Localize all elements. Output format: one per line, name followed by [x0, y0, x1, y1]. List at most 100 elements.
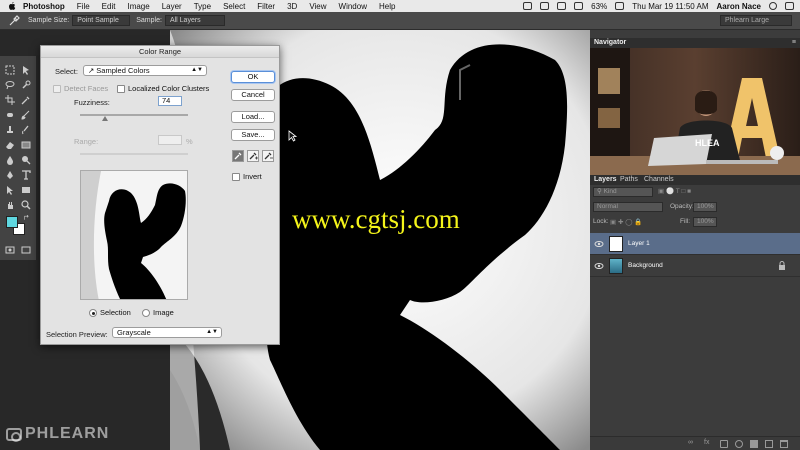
layer-mask-icon[interactable] [720, 440, 728, 448]
user-name[interactable]: Aaron Nace [717, 2, 761, 11]
cancel-button[interactable]: Cancel [231, 89, 275, 101]
blend-mode-dropdown[interactable]: Normal [593, 202, 663, 212]
visibility-eye-icon[interactable] [594, 261, 604, 271]
marquee-tool-icon[interactable] [5, 65, 15, 75]
menu-photoshop[interactable]: Photoshop [23, 2, 65, 11]
opacity-input[interactable]: 100% [693, 202, 717, 212]
detect-faces-checkbox[interactable]: Detect Faces [53, 84, 108, 93]
wifi-icon[interactable] [557, 2, 567, 10]
layer-row-background[interactable]: Background [590, 255, 800, 277]
navigator-panel-header[interactable]: Navigator ≡ [590, 38, 800, 48]
filter-kind-dropdown[interactable]: ⚲ Kind [593, 187, 653, 197]
menu-edit[interactable]: Edit [102, 2, 116, 11]
pen-tool-icon[interactable] [5, 170, 15, 180]
quick-mask-icon[interactable] [21, 245, 31, 255]
apple-icon[interactable] [7, 1, 17, 11]
rectangle-tool-icon[interactable] [21, 185, 31, 195]
link-layers-icon[interactable]: ∞ [688, 439, 696, 447]
menu-help[interactable]: Help [379, 2, 395, 11]
tab-layers[interactable]: Layers [594, 176, 617, 183]
layer-filter-icons[interactable]: ▣ ⚪ T □ ■ [658, 187, 691, 195]
clone-stamp-tool-icon[interactable] [5, 125, 15, 135]
eyedropper-small-icon: ↗ [88, 66, 95, 75]
foreground-color-swatch[interactable] [6, 216, 18, 228]
range-input [158, 135, 182, 145]
screen-mode-icon[interactable] [5, 245, 15, 255]
eyedropper-add-icon[interactable] [247, 150, 259, 162]
layer-name[interactable]: Background [628, 262, 663, 269]
zoom-tool-icon[interactable] [21, 200, 31, 210]
notification-list-icon[interactable] [785, 2, 794, 10]
layer-style-icon[interactable]: fx [704, 439, 712, 447]
battery-icon[interactable] [615, 2, 625, 10]
invert-checkbox[interactable]: Invert [232, 172, 262, 181]
sample-size-dropdown[interactable]: Point Sample [72, 15, 131, 26]
fuzziness-slider-track[interactable] [80, 114, 188, 116]
eyedropper-tool-icon[interactable] [21, 95, 31, 105]
dodge-tool-icon[interactable] [21, 155, 31, 165]
quick-select-tool-icon[interactable] [21, 80, 31, 90]
hand-tool-icon[interactable] [5, 200, 15, 210]
brand-text: PHLEARN [25, 425, 110, 442]
eyedropper-icon[interactable] [8, 14, 20, 27]
crop-tool-icon[interactable] [5, 95, 15, 105]
visibility-eye-icon[interactable] [594, 239, 604, 249]
layer-name[interactable]: Layer 1 [628, 240, 650, 247]
layer-row-layer-1[interactable]: Layer 1 [590, 233, 800, 255]
fuzziness-input[interactable]: 74 [158, 96, 182, 106]
ok-button[interactable]: OK [231, 71, 275, 83]
fill-input[interactable]: 100% [693, 217, 717, 227]
tab-paths[interactable]: Paths [620, 176, 638, 183]
eraser-tool-icon[interactable] [5, 140, 15, 150]
menu-3d[interactable]: 3D [287, 2, 297, 11]
dropbox-icon[interactable] [540, 2, 550, 10]
localized-clusters-checkbox[interactable]: Localized Color Clusters [117, 84, 209, 93]
panel-menu-icon[interactable]: ≡ [792, 39, 796, 46]
menu-image[interactable]: Image [127, 2, 149, 11]
image-radio[interactable]: Image [142, 308, 174, 317]
new-layer-icon[interactable] [765, 440, 773, 448]
new-group-icon[interactable] [750, 440, 758, 448]
trash-icon[interactable] [780, 440, 788, 448]
select-dropdown[interactable]: ↗ Sampled Colors ▲▼ [83, 65, 207, 76]
sample-dropdown[interactable]: All Layers [164, 15, 225, 26]
clock[interactable]: Thu Mar 19 11:50 AM [632, 2, 708, 11]
menu-select[interactable]: Select [223, 2, 245, 11]
lock-icons[interactable]: ▣ ✚ ◯ 🔒 [610, 218, 642, 226]
healing-brush-tool-icon[interactable] [5, 110, 15, 120]
eyedropper-subtract-icon[interactable] [262, 150, 274, 162]
menu-view[interactable]: View [309, 2, 326, 11]
load-button[interactable]: Load... [231, 111, 275, 123]
navigator-tab[interactable]: Navigator [594, 39, 626, 46]
range-label: Range: [74, 137, 99, 146]
eyedropper-sample-icon[interactable] [232, 150, 244, 162]
blur-tool-icon[interactable] [5, 155, 15, 165]
menu-type[interactable]: Type [194, 2, 211, 11]
adjustment-layer-icon[interactable] [735, 440, 743, 448]
type-tool-icon[interactable] [21, 170, 31, 180]
save-button[interactable]: Save... [231, 129, 275, 141]
selection-preview-dropdown[interactable]: Grayscale ▲▼ [112, 327, 222, 338]
menu-window[interactable]: Window [339, 2, 367, 11]
selection-radio[interactable]: Selection [89, 308, 131, 317]
image-radio-label: Image [153, 308, 174, 317]
radio-dot [89, 308, 97, 317]
volume-icon[interactable] [574, 2, 584, 10]
move-tool-icon[interactable] [21, 65, 31, 75]
camera-icon[interactable] [523, 2, 533, 10]
menu-layer[interactable]: Layer [162, 2, 182, 11]
history-brush-tool-icon[interactable] [21, 125, 31, 135]
tab-channels[interactable]: Channels [644, 176, 674, 183]
lasso-tool-icon[interactable] [5, 80, 15, 90]
workspace-dropdown[interactable]: Phlearn Large [720, 15, 792, 26]
menu-filter[interactable]: Filter [257, 2, 275, 11]
swap-colors-icon[interactable] [24, 214, 30, 220]
brush-tool-icon[interactable] [21, 110, 31, 120]
menu-file[interactable]: File [77, 2, 90, 11]
watermark-text: www.cgtsj.com [292, 204, 460, 234]
gradient-tool-icon[interactable] [21, 140, 31, 150]
fuzziness-slider-thumb[interactable] [101, 116, 108, 121]
navigator-preview[interactable]: HLEA [590, 48, 800, 182]
path-selection-tool-icon[interactable] [5, 185, 15, 195]
search-icon[interactable] [769, 2, 777, 10]
